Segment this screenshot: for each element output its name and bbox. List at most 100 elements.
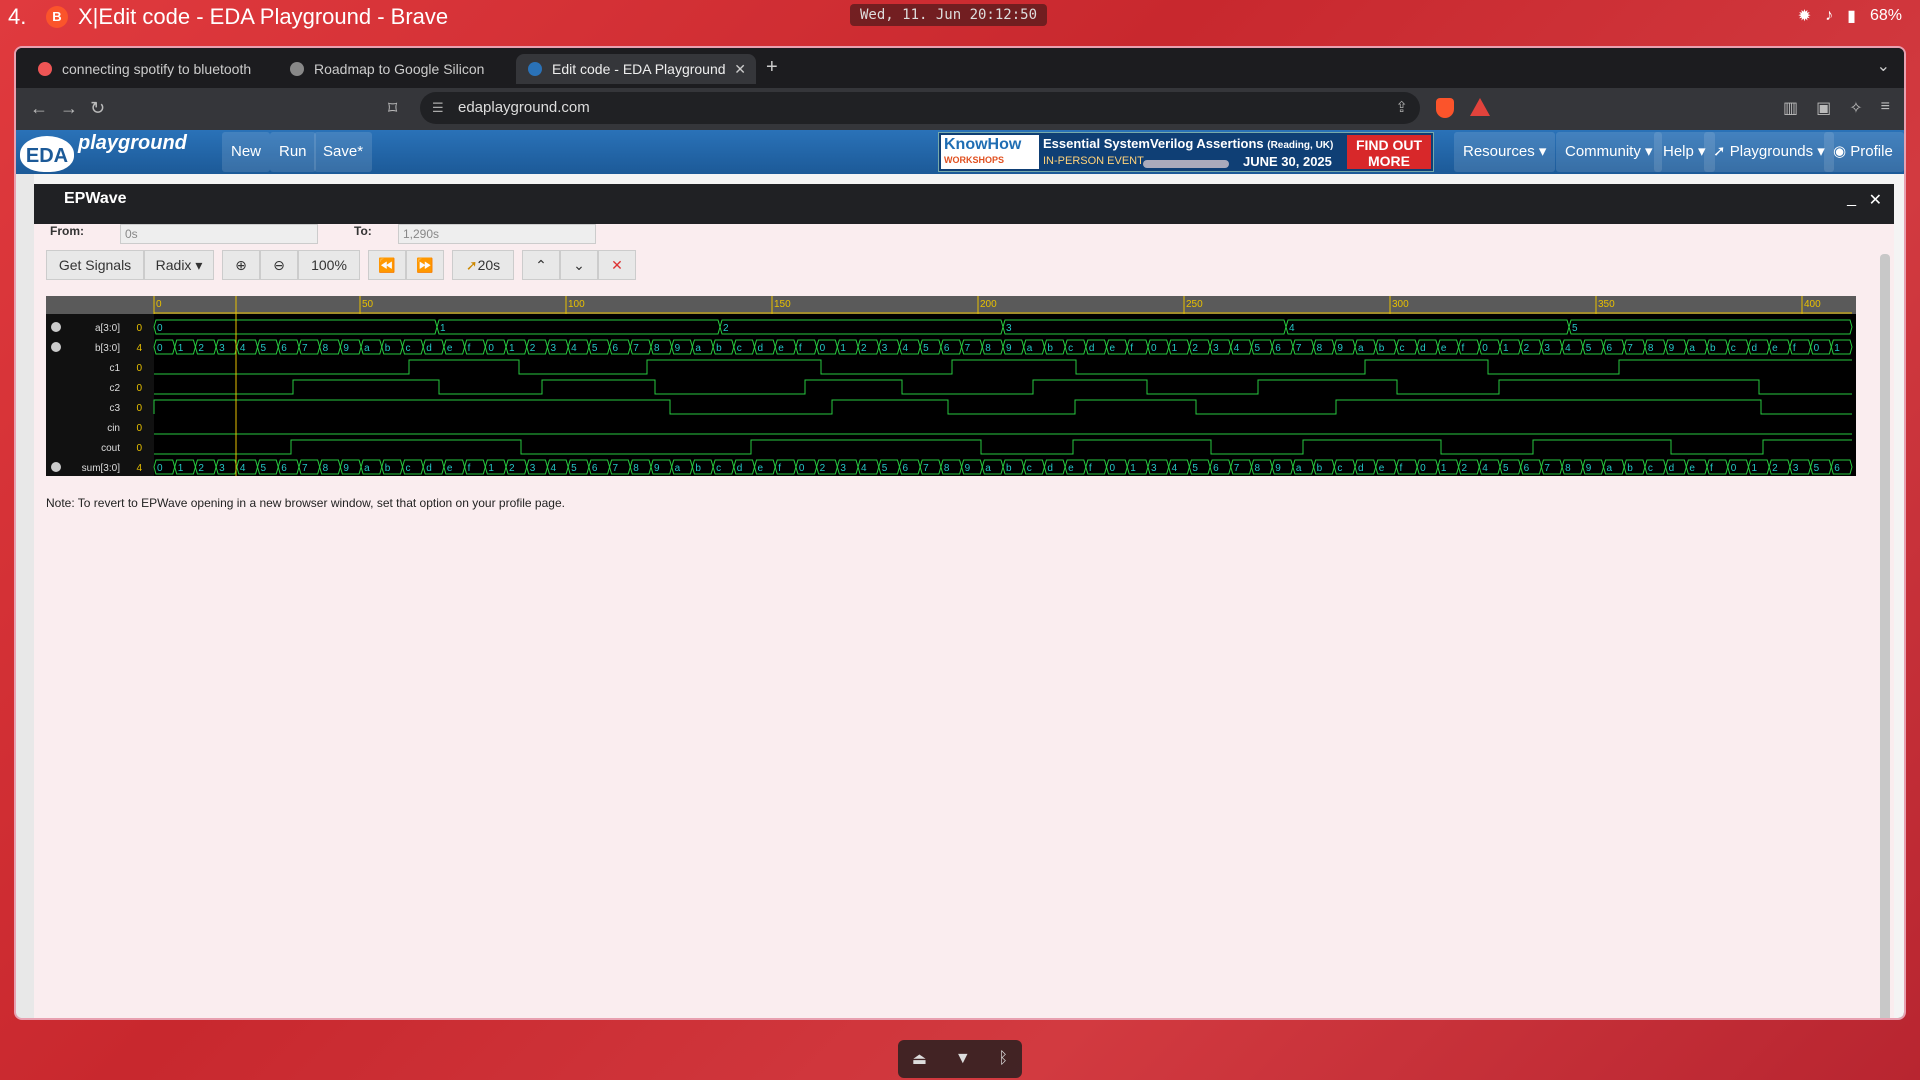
playgrounds-menu[interactable]: ➚ Playgrounds ▾	[1704, 132, 1834, 172]
brave-rewards-icon[interactable]	[1470, 98, 1490, 116]
waveform-viewer[interactable]: 0 50 100 150 200 250 300 350 400 a[3:0] 0 0 1 2 3 4 5 b[3…	[46, 296, 1856, 476]
close-icon[interactable]: ✕	[1869, 190, 1882, 210]
get-signals-button[interactable]: Get Signals	[46, 250, 144, 280]
bus-value: c	[716, 463, 721, 474]
bus-value: 2	[1524, 343, 1530, 354]
bus-value: f	[1130, 343, 1133, 354]
bus-value: d	[1669, 463, 1675, 474]
bus-value: 1	[1130, 463, 1136, 474]
bus-value: 4	[571, 343, 577, 354]
bus-value: 0	[1420, 463, 1426, 474]
ad-slider	[1143, 160, 1229, 168]
brave-icon: B	[46, 6, 68, 28]
bus-value: 6	[281, 463, 287, 474]
bus-value: c	[1068, 343, 1073, 354]
tab-label: Edit code - EDA Playground	[552, 61, 726, 77]
bus-value: b	[1006, 463, 1012, 474]
bus-value: a	[1296, 463, 1302, 474]
tab-spotify[interactable]: connecting spotify to bluetooth	[26, 54, 262, 84]
sidebar-icon[interactable]: ▥	[1783, 98, 1798, 118]
fast-forward-icon[interactable]: ⏩	[406, 250, 444, 280]
brightness-icon[interactable]: ✹	[1798, 6, 1811, 26]
tab-search-icon[interactable]: ⌄	[1877, 56, 1890, 76]
marker-button[interactable]: ➚20s	[452, 250, 514, 280]
bus-value: d	[737, 463, 743, 474]
menu-icon[interactable]: ≡	[1881, 98, 1890, 118]
bus-value: 7	[1296, 343, 1302, 354]
bus-value: e	[447, 463, 453, 474]
new-tab-button[interactable]: +	[766, 56, 778, 79]
bus-value: e	[1689, 463, 1695, 474]
minimize-icon[interactable]: _	[1847, 190, 1856, 208]
profile-menu[interactable]: ◉ Profile ▾	[1824, 132, 1904, 200]
eject-icon[interactable]: ⏏	[912, 1049, 927, 1069]
brave-shields-icon[interactable]	[1436, 98, 1454, 118]
battery-icon[interactable]: ▮	[1847, 6, 1856, 26]
from-input[interactable]: 0s	[120, 224, 318, 244]
bookmark-icon[interactable]: ⌑	[388, 98, 397, 119]
tab-roadmap[interactable]: Roadmap to Google Silicon	[278, 54, 508, 84]
save-button[interactable]: Save*	[314, 132, 373, 172]
signal-value: 0	[136, 443, 142, 454]
back-icon[interactable]: ←	[30, 98, 48, 119]
tab-edit-code[interactable]: Edit code - EDA Playground ✕	[516, 54, 756, 84]
site-settings-icon[interactable]: ☰	[432, 92, 444, 124]
signal-value: 0	[136, 383, 142, 394]
bus-value: 0	[1482, 343, 1488, 354]
ad-title-text: Essential SystemVerilog Assertions	[1043, 136, 1264, 151]
workspace-indicator[interactable]: 4.	[8, 4, 26, 30]
signal-value: 0	[136, 323, 142, 334]
bus-value: 5	[1503, 463, 1509, 474]
bus-segment	[1285, 319, 1570, 335]
rewind-icon[interactable]: ⏪	[368, 250, 406, 280]
ad-cta-button[interactable]: FIND OUT MORE	[1347, 135, 1431, 169]
new-button[interactable]: New	[222, 132, 271, 172]
signal-trace	[154, 379, 1852, 395]
move-up-icon[interactable]: ⌃	[522, 250, 560, 280]
remove-icon[interactable]: ✕	[598, 250, 636, 280]
bus-value: 5	[1192, 463, 1198, 474]
bluetooth-icon[interactable]: ᛒ	[998, 1050, 1008, 1068]
bus-value: b	[695, 463, 701, 474]
profile-label: Profile	[1850, 143, 1893, 160]
zoom-out-icon[interactable]: ⊖	[260, 250, 298, 280]
modal-scrollbar[interactable]	[1880, 254, 1890, 1018]
tab-strip: connecting spotify to bluetooth Roadmap …	[16, 48, 1904, 88]
zoom-in-icon[interactable]: ⊕	[222, 250, 260, 280]
clock[interactable]: Wed, 11. Jun 20:12:50	[850, 4, 1048, 26]
bus-value: 4	[1482, 463, 1488, 474]
ad-date: JUNE 30, 2025	[1243, 154, 1332, 169]
close-tab-icon[interactable]: ✕	[734, 54, 746, 84]
leo-icon[interactable]: ✧	[1849, 98, 1862, 118]
move-down-icon[interactable]: ⌄	[560, 250, 598, 280]
reload-icon[interactable]: ↻	[90, 98, 105, 119]
wifi-icon[interactable]: ▼	[955, 1050, 971, 1068]
timeline-tick-label: 100	[568, 299, 585, 310]
community-menu[interactable]: Community ▾	[1556, 132, 1662, 172]
wallet-icon[interactable]: ▣	[1816, 98, 1831, 118]
radix-dropdown[interactable]: Radix ▾	[144, 250, 214, 280]
ad-banner[interactable]: KnowHow WORKSHOPS Essential SystemVerilog…	[938, 132, 1434, 172]
eda-logo[interactable]: EDA playground	[20, 132, 190, 172]
run-button[interactable]: Run	[270, 132, 316, 172]
bus-segment	[1002, 319, 1287, 335]
forward-icon[interactable]: →	[60, 98, 78, 119]
bus-value: 7	[302, 343, 308, 354]
bus-value: b	[716, 343, 722, 354]
bus-value: 4	[861, 463, 867, 474]
bus-value: 5	[1572, 323, 1578, 334]
bus-value: b	[385, 463, 391, 474]
resources-menu[interactable]: Resources ▾	[1454, 132, 1556, 172]
url-field[interactable]: ☰ edaplayground.com ⇪	[420, 92, 1420, 124]
bus-value: d	[1089, 343, 1095, 354]
signal-name: c2	[109, 383, 120, 394]
share-icon[interactable]: ⇪	[1395, 92, 1408, 124]
logo-text: playground	[78, 132, 187, 154]
volume-icon[interactable]: ♪	[1825, 7, 1833, 25]
to-input[interactable]: 1,290s	[398, 224, 596, 244]
bus-value: 8	[944, 463, 950, 474]
marker-icon: ➚	[465, 257, 478, 273]
zoom-level[interactable]: 100%	[298, 250, 360, 280]
bus-value: a	[1358, 343, 1364, 354]
bus-value: 6	[944, 343, 950, 354]
